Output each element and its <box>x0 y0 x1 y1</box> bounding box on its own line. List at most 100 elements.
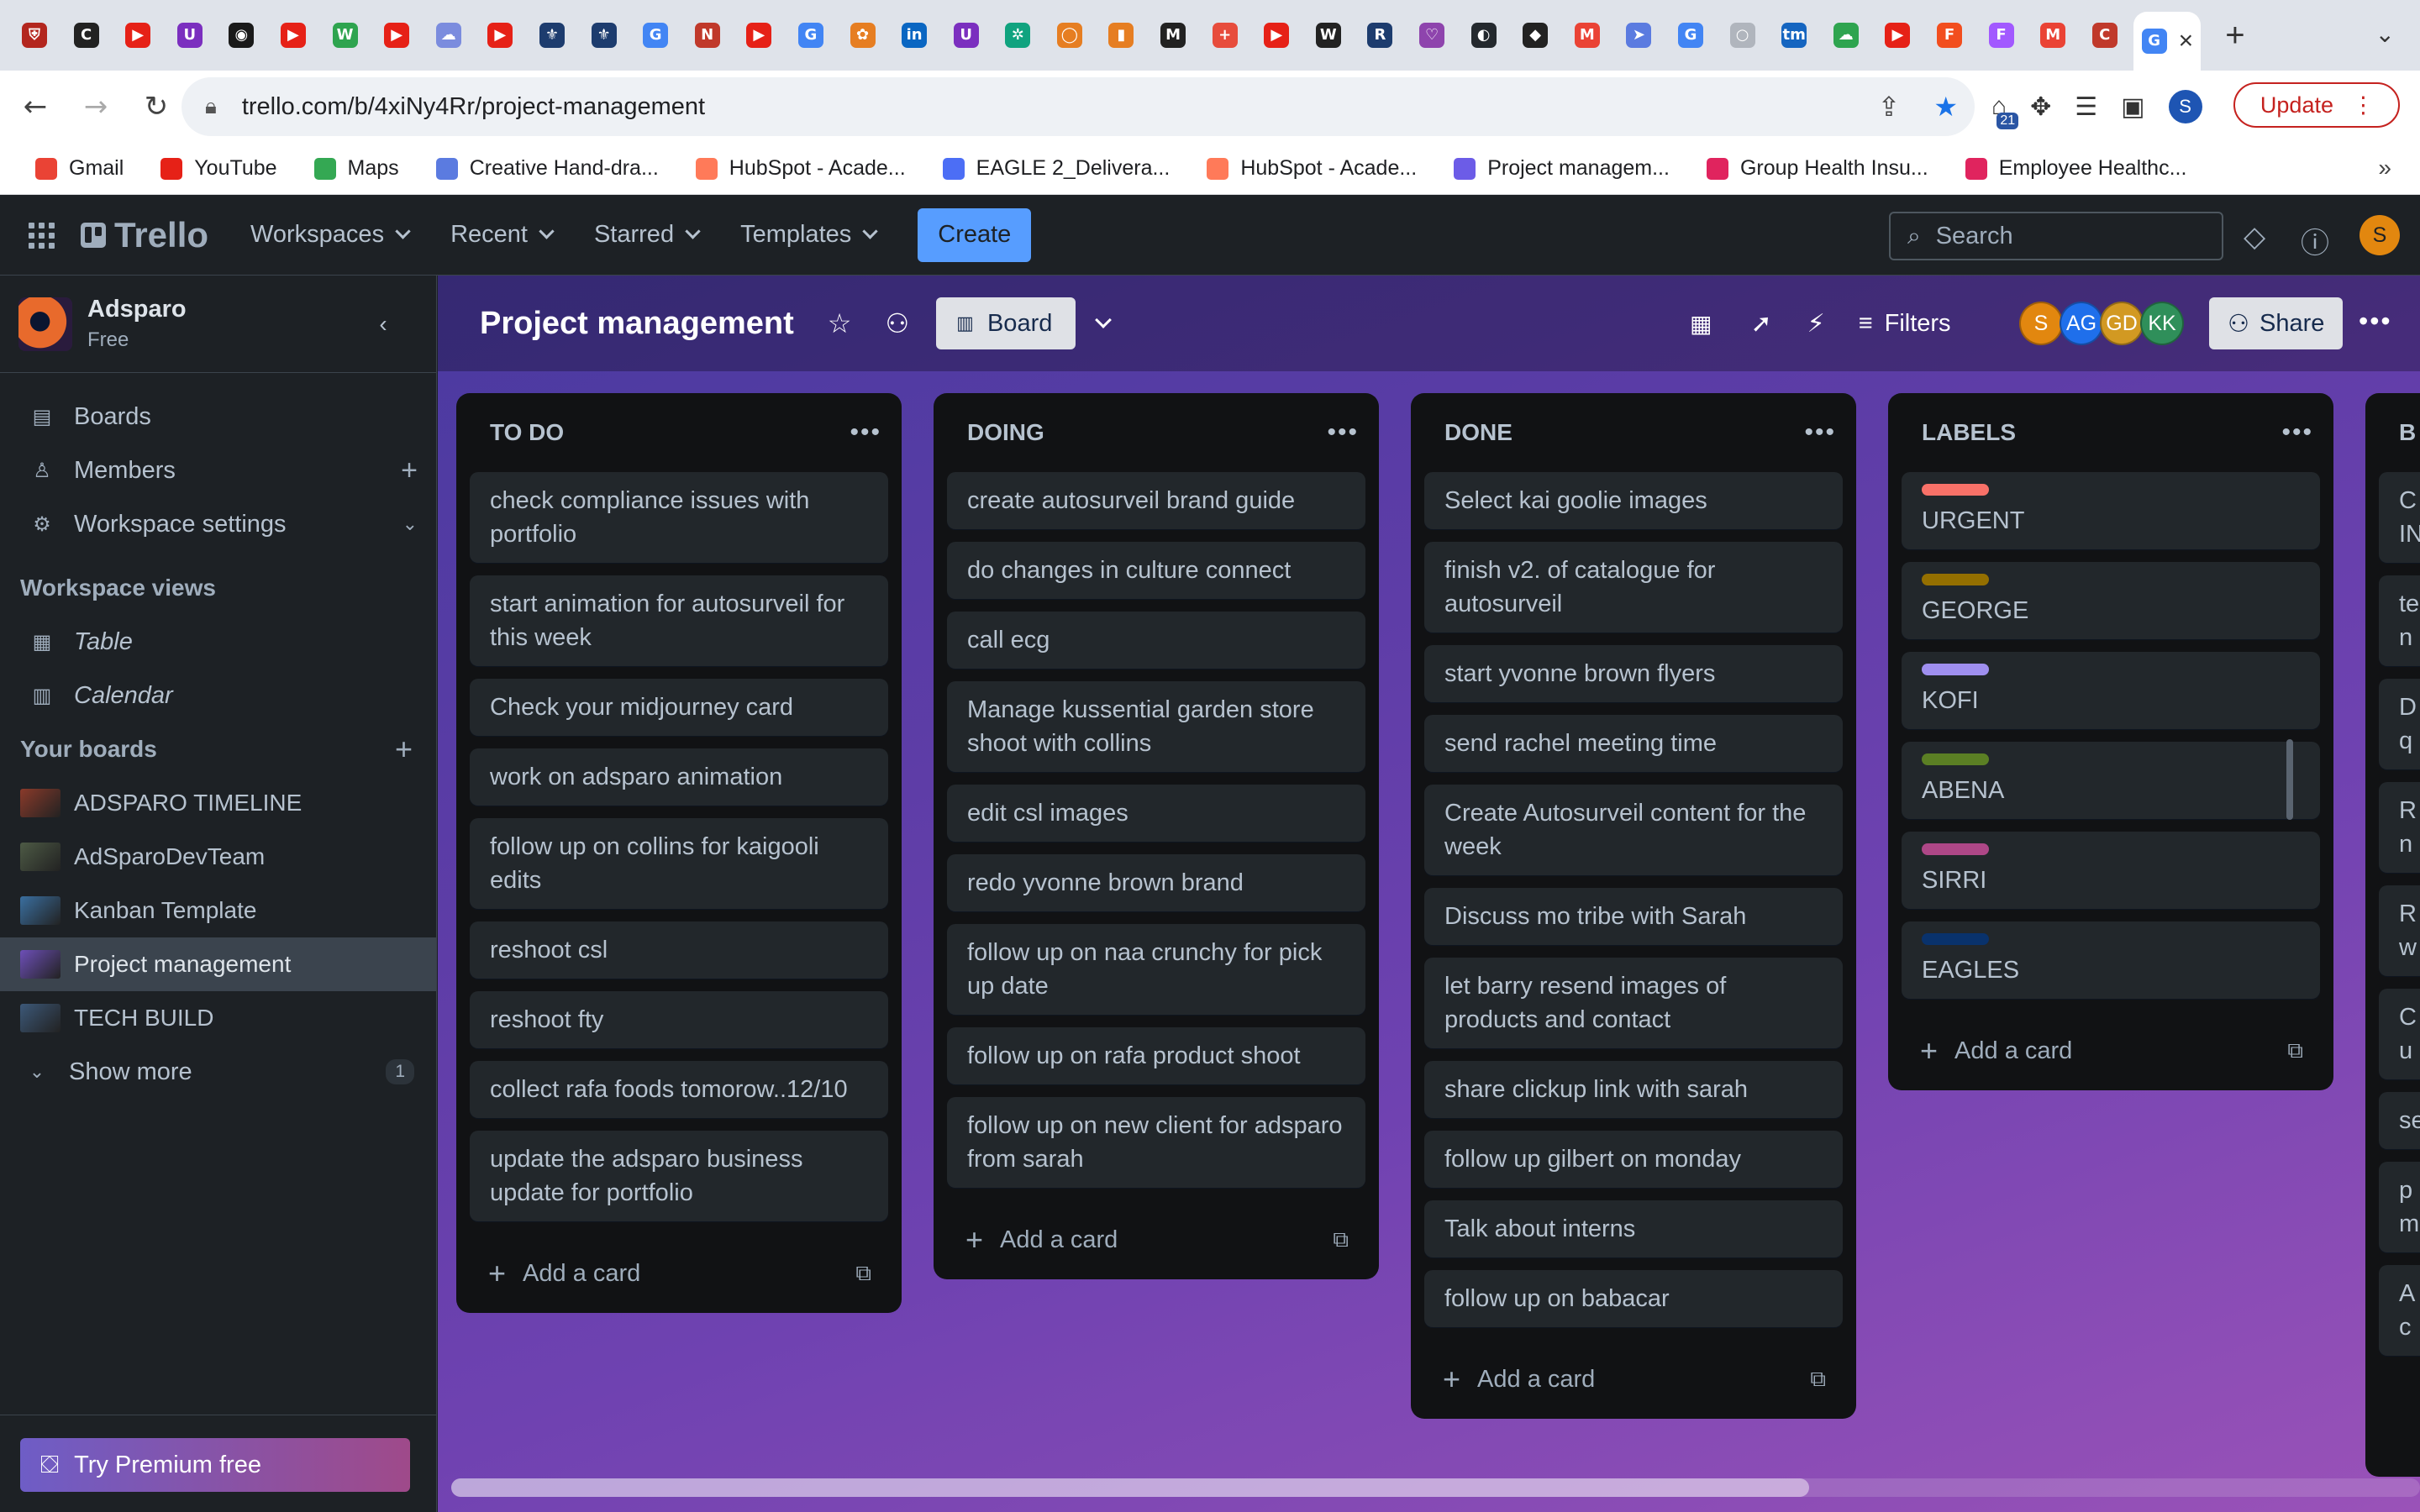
sidebar-item-members[interactable]: ♙ Members + <box>0 444 436 497</box>
browser-tab[interactable]: G × <box>2133 12 2202 71</box>
new-tab-icon[interactable]: + <box>2212 13 2258 58</box>
sidebar-board-item[interactable]: Kanban Template <box>0 884 436 937</box>
bookmark-item[interactable]: HubSpot - Acade... <box>695 156 906 181</box>
browser-tab[interactable]: G <box>788 13 834 58</box>
browser-tab[interactable]: in <box>892 13 937 58</box>
bookmark-item[interactable]: Maps <box>313 156 399 181</box>
card[interactable]: Talk about interns <box>1424 1200 1843 1257</box>
card[interactable]: start yvonne brown flyers <box>1424 645 1843 702</box>
card-template-icon[interactable]: ⧉ <box>1333 1226 1349 1253</box>
browser-tab[interactable]: ▶ <box>115 13 160 58</box>
card[interactable]: follow up gilbert on monday <box>1424 1131 1843 1188</box>
card[interactable]: check compliance issues with portfolio <box>470 472 888 563</box>
browser-tab[interactable]: ◯ <box>1047 13 1092 58</box>
browser-tab[interactable]: ◆ <box>1512 13 1558 58</box>
card[interactable]: create autosurveil brand guide <box>947 472 1365 529</box>
card[interactable]: EAGLES <box>1902 921 2320 999</box>
member-avatar[interactable]: GD <box>2100 302 2144 345</box>
share-button[interactable]: ⚇ Share <box>2209 297 2344 349</box>
update-button[interactable]: Update ⋮ <box>2233 82 2400 128</box>
browser-tab[interactable]: ▶ <box>374 13 419 58</box>
sidebar-view-calendar[interactable]: ▥ Calendar <box>0 669 436 722</box>
board-scrollbar-thumb[interactable] <box>451 1478 1809 1497</box>
calendar-power-up-icon[interactable]: ▦ <box>1690 310 1712 338</box>
card[interactable]: Check your midjourney card <box>470 679 888 736</box>
sidebar-item-boards[interactable]: ▤ Boards <box>0 390 436 444</box>
list-menu-icon[interactable]: ••• <box>2281 418 2313 447</box>
app-switcher-icon[interactable] <box>29 222 55 249</box>
browser-tab[interactable]: C <box>64 13 109 58</box>
list-menu-icon[interactable]: ••• <box>850 418 881 447</box>
browser-tab[interactable]: ☁ <box>1823 13 1869 58</box>
card[interactable]: te n <box>2379 575 2420 666</box>
account-avatar[interactable]: S <box>2360 215 2400 255</box>
browser-tab[interactable]: U <box>944 13 989 58</box>
card[interactable]: Create Autosurveil content for the week <box>1424 785 1843 875</box>
browser-tab[interactable]: F <box>1927 13 1972 58</box>
browser-tab[interactable]: G <box>1668 13 1713 58</box>
bookmark-item[interactable]: Employee Healthc... <box>1965 156 2186 181</box>
nav-workspaces[interactable]: Workspaces <box>250 221 411 249</box>
visibility-icon[interactable]: ⚇ <box>885 307 909 339</box>
chevron-down-icon[interactable]: ⌄ <box>402 513 418 535</box>
bookmark-item[interactable]: YouTube <box>160 156 277 181</box>
card[interactable]: follow up on collins for kaigooli edits <box>470 818 888 909</box>
bookmark-item[interactable]: Project managem... <box>1454 156 1670 181</box>
nav-templates[interactable]: Templates <box>740 221 878 249</box>
bookmark-item[interactable]: EAGLE 2_Delivera... <box>942 156 1170 181</box>
board-title[interactable]: Project management <box>480 306 794 342</box>
create-button[interactable]: Create <box>918 207 1032 262</box>
card[interactable]: follow up on rafa product shoot <box>947 1027 1365 1084</box>
nav-starred[interactable]: Starred <box>594 221 701 249</box>
browser-tab[interactable]: C <box>2082 13 2128 58</box>
card[interactable]: Select kai goolie images <box>1424 472 1843 529</box>
browser-tab[interactable]: M <box>2030 13 2075 58</box>
card[interactable]: edit csl images <box>947 785 1365 842</box>
nav-recent[interactable]: Recent <box>450 221 555 249</box>
back-icon[interactable]: ← <box>10 81 60 132</box>
card[interactable]: SIRRI <box>1902 832 2320 909</box>
list-title[interactable]: DONE <box>1444 419 1512 446</box>
bookmark-item[interactable]: HubSpot - Acade... <box>1207 156 1417 181</box>
forward-icon[interactable]: → <box>71 81 121 132</box>
list-title[interactable]: B <box>2399 419 2416 446</box>
list-header[interactable]: DONE ••• <box>1424 393 1843 472</box>
card[interactable]: A c <box>2379 1265 2420 1356</box>
trello-logo[interactable]: Trello <box>81 215 208 255</box>
card[interactable]: follow up on naa crunchy for pick up dat… <box>947 924 1365 1015</box>
card[interactable]: reshoot fty <box>470 991 888 1048</box>
list-title[interactable]: TO DO <box>490 419 564 446</box>
bookmark-item[interactable]: Gmail <box>35 156 124 181</box>
share-page-icon[interactable]: ⇪ <box>1878 91 1901 123</box>
browser-tab[interactable]: N <box>685 13 730 58</box>
member-avatar[interactable]: S <box>2019 302 2063 345</box>
card[interactable]: follow up on new client for adsparo from… <box>947 1097 1365 1188</box>
card[interactable]: C u <box>2379 989 2420 1079</box>
list-header[interactable]: DOING ••• <box>947 393 1365 472</box>
card[interactable]: C IN <box>2379 472 2420 563</box>
workspace-name[interactable]: Adsparo <box>87 296 187 323</box>
browser-tab[interactable]: M <box>1565 13 1610 58</box>
search-input[interactable]: ⌕ Search <box>1889 212 2223 260</box>
browser-tab[interactable]: ✿ <box>840 13 886 58</box>
filters-button[interactable]: ≡ Filters <box>1859 310 1951 338</box>
browser-tab[interactable]: + <box>1202 13 1248 58</box>
browser-tab[interactable]: ☁ <box>426 13 471 58</box>
browser-tab[interactable]: W <box>1306 13 1351 58</box>
sidebar-item-workspace-settings[interactable]: ⚙ Workspace settings ⌄ <box>0 497 436 551</box>
card[interactable]: let barry resend images of products and … <box>1424 958 1843 1048</box>
board-view-switcher[interactable]: ▥ Board <box>936 297 1076 349</box>
card[interactable]: call ecg <box>947 612 1365 669</box>
card[interactable]: finish v2. of catalogue for autosurveil <box>1424 542 1843 633</box>
add-card-button[interactable]: + Add a card <box>488 1256 640 1291</box>
member-avatar[interactable]: KK <box>2140 302 2184 345</box>
card[interactable]: URGENT <box>1902 472 2320 549</box>
browser-tab[interactable]: tm <box>1771 13 1817 58</box>
list-title[interactable]: DOING <box>967 419 1044 446</box>
sidebar-board-item[interactable]: Project management <box>0 937 436 991</box>
card[interactable]: D q <box>2379 679 2420 769</box>
card[interactable]: collect rafa foods tomorow..12/10 <box>470 1061 888 1118</box>
card[interactable]: send rachel meeting time <box>1424 715 1843 772</box>
browser-tab[interactable]: R <box>1357 13 1402 58</box>
card[interactable]: Manage kussential garden store shoot wit… <box>947 681 1365 772</box>
